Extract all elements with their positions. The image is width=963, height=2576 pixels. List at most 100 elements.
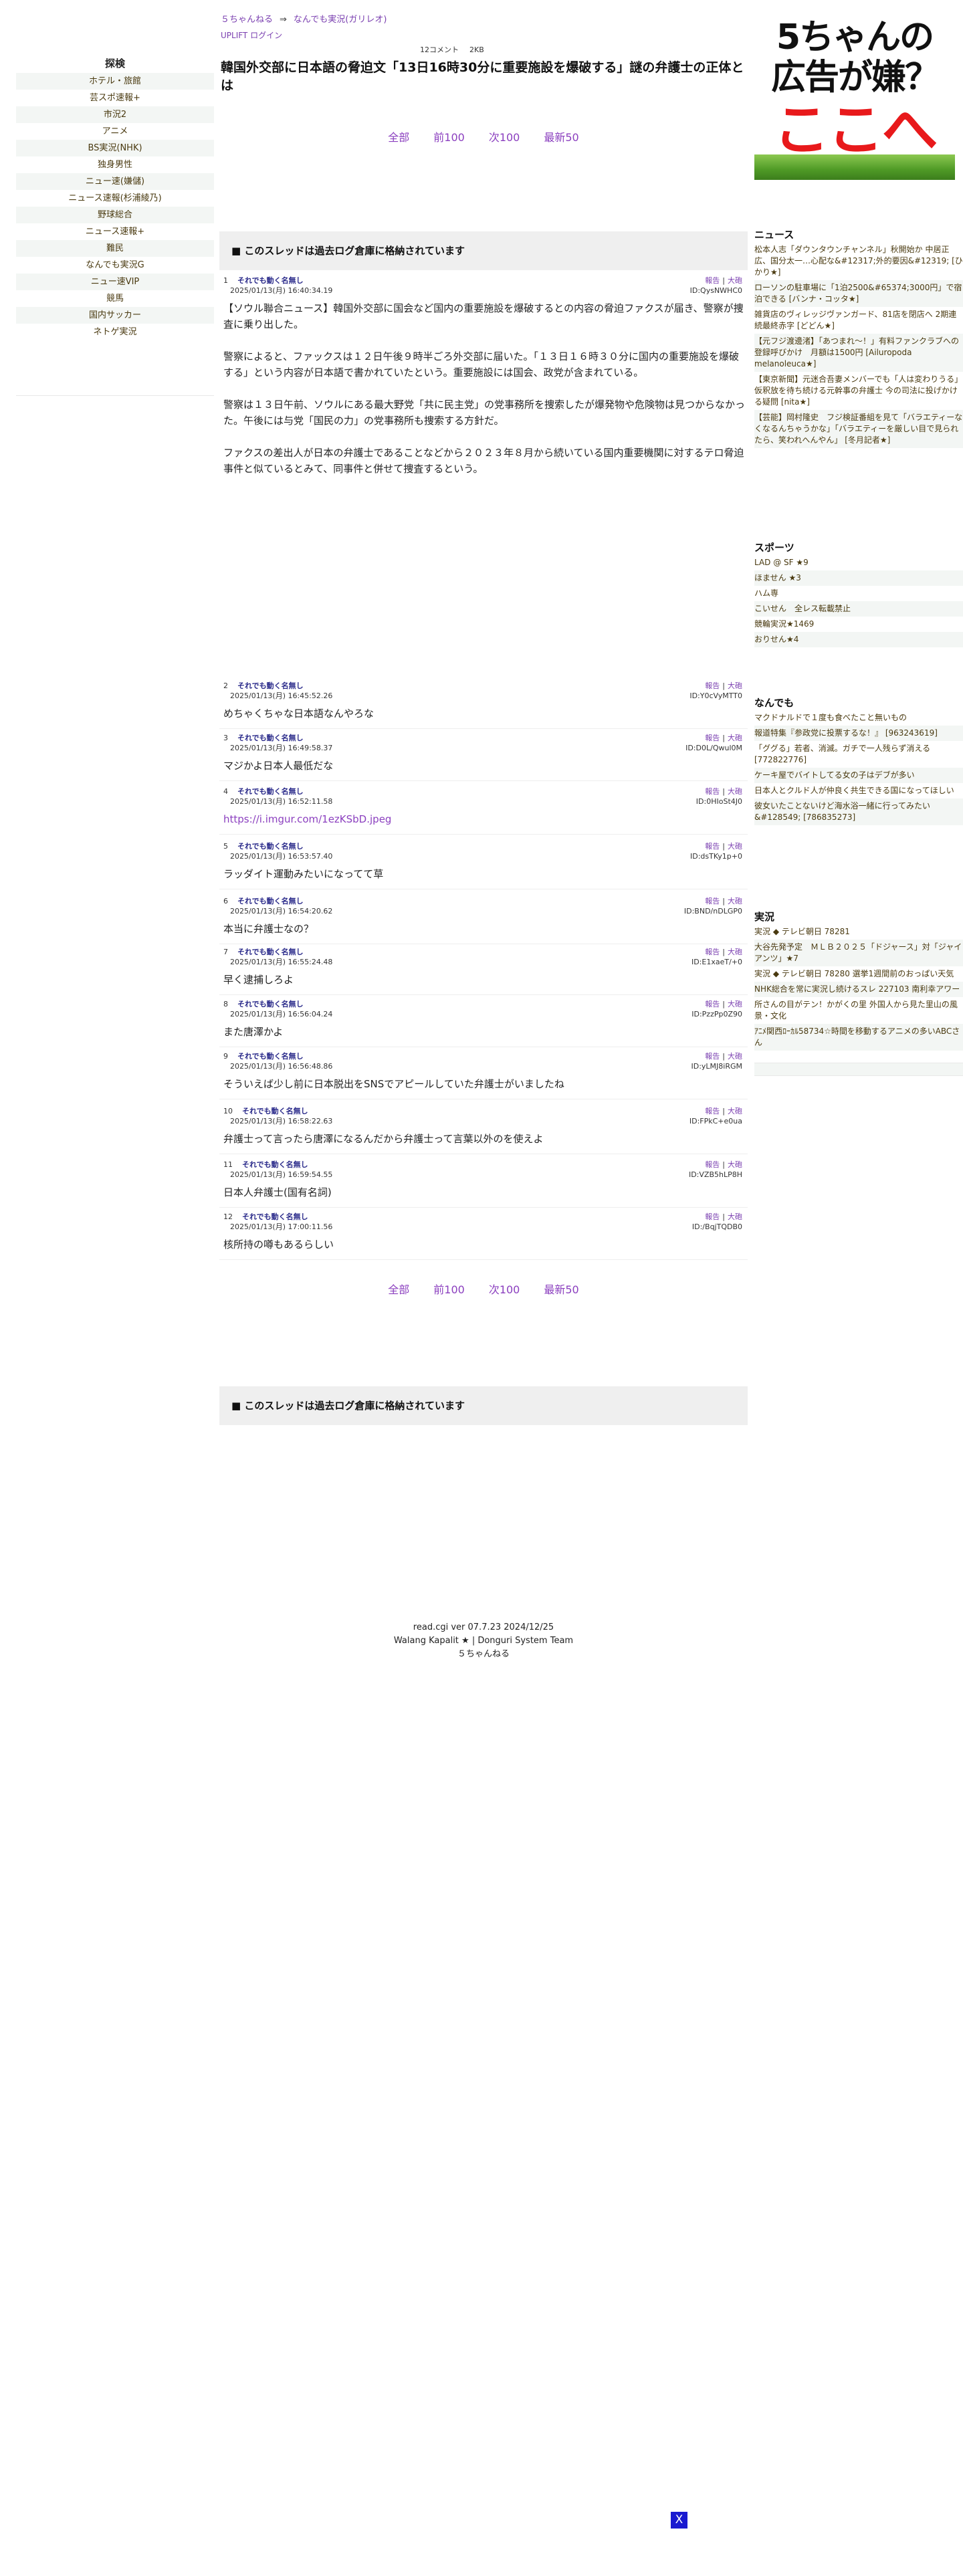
report-link[interactable]: 報告 [705,1107,720,1115]
post-number[interactable]: 2 [223,681,228,690]
sidebar-board-link[interactable]: 芸スポ速報+ [16,90,214,106]
sports-item[interactable]: ハム専 [754,586,963,601]
sidebar-board-link[interactable]: ホテル・旅館 [16,73,214,90]
post-date: 2025/01/13(月) 16:56:48.86 [230,1062,333,1071]
pager-all-link[interactable]: 全部 [388,1283,409,1296]
report-link[interactable]: 報告 [705,1212,720,1221]
report-link[interactable]: 報告 [705,1000,720,1008]
nandemo-item[interactable]: 日本人とクルド人が仲良く共生できる国になってほしい [754,783,963,798]
post-author: それでも動く名無し [242,1107,308,1115]
jikkyo-item[interactable]: 大谷先発予定 ＭＬＢ２０２５「ドジャース」対「ジャイアンツ」★7 [754,940,963,966]
post-number[interactable]: 10 [223,1107,233,1115]
ad-banner[interactable]: 5ちゃんの 広告が嫌？ ここへ [754,16,955,180]
post-image-link[interactable]: https://i.imgur.com/1ezKSbD.jpeg [223,811,748,834]
post-number[interactable]: 8 [223,1000,228,1008]
block-link[interactable]: 大砲 [728,734,742,742]
sidebar-board-link[interactable]: なんでも実況G [16,257,214,274]
news-item[interactable]: 【芸能】岡村隆史 フジ検証番組を見て「バラエティーなくなるんちゃうかな」「バラエ… [754,410,963,448]
post-number[interactable]: 11 [223,1160,233,1169]
report-link[interactable]: 報告 [705,681,720,690]
news-item[interactable]: 【元フジ渡邊渚】「あつまれ～！」有料ファンクラブへの登録呼びかけ 月額は1500… [754,334,963,372]
sidebar-board-link[interactable]: BS実況(NHK) [16,140,214,156]
post-number[interactable]: 5 [223,842,228,851]
post-date: 2025/01/13(月) 16:53:57.40 [230,852,333,861]
nandemo-item[interactable]: ケーキ屋でバイトしてる女の子はデブが多い [754,768,963,783]
post-number[interactable]: 12 [223,1212,233,1221]
report-link[interactable]: 報告 [705,842,720,851]
archive-notice-top: ■ このスレッドは過去ログ倉庫に格納されています [219,231,748,270]
jikkyo-item[interactable]: NHK総合を常に実況し続けるスレ 227103 南利幸アワー [754,982,963,997]
block-link[interactable]: 大砲 [728,842,742,851]
jikkyo-item[interactable]: 実況 ◆ テレビ朝日 78280 選挙1週間前のおっぱい天気 [754,966,963,982]
post-body: 早く逮捕しろよ [223,974,294,986]
login-link[interactable]: UPLIFT ログイン [221,31,282,40]
pager-next-link[interactable]: 次100 [489,1283,520,1296]
nandemo-item[interactable]: 彼女いたことないけど海水浴一緒に行ってみたい &#128549; [786835… [754,798,963,825]
sports-item[interactable]: こいせん 全レス転載禁止 [754,601,963,617]
pager-latest-link[interactable]: 最新50 [544,1283,578,1296]
pager-latest-link[interactable]: 最新50 [544,131,578,144]
tools-separator: | [722,1052,725,1061]
report-link[interactable]: 報告 [705,897,720,905]
report-link[interactable]: 報告 [705,1052,720,1061]
jikkyo-item[interactable]: 実況 ◆ テレビ朝日 78281 [754,924,963,940]
block-link[interactable]: 大砲 [728,787,742,796]
report-link[interactable]: 報告 [705,734,720,742]
jikkyo-item[interactable]: ｱﾆﾒ関西ﾛｰｶﾙ58734☆時間を移動するアニメの多いABCさん [754,1024,963,1051]
news-item[interactable]: 【東京新聞】元迷合吾妻メンバーでも「人は変わりうる」 仮釈放を待ち続ける元幹事の… [754,372,963,410]
thread-title: 韓国外交部に日本語の脅迫文「13日16時30分に重要施設を爆破する」謎の弁護士の… [221,60,744,93]
post-number[interactable]: 6 [223,897,228,905]
sidebar-board-link[interactable]: ニュース速報(杉浦綾乃) [16,190,214,207]
post-number[interactable]: 4 [223,787,228,796]
jikkyo-item[interactable]: 所さんの目がテン！かがくの里 外国人から見た里山の風景・文化 [754,997,963,1024]
report-link[interactable]: 報告 [705,787,720,796]
report-link[interactable]: 報告 [705,276,720,285]
block-link[interactable]: 大砲 [728,948,742,956]
post-number[interactable]: 9 [223,1052,228,1061]
post-number[interactable]: 7 [223,948,228,956]
sidebar-board-link[interactable]: 国内サッカー [16,307,214,324]
close-ad-button[interactable]: X [671,2512,687,2529]
sidebar-board-link[interactable]: ネトゲ実況 [16,324,214,340]
sidebar-board-link[interactable]: ニュース速報+ [16,223,214,240]
nandemo-item[interactable]: 報道特集『参政党に投票するな！』 [963243619] [754,726,963,741]
report-link[interactable]: 報告 [705,1160,720,1169]
sidebar-board-link[interactable]: 市況2 [16,106,214,123]
sidebar-board-link[interactable]: アニメ [16,123,214,140]
sidebar-board-link[interactable]: ニュー速(嫌儲) [16,173,214,190]
sidebar-board-link[interactable]: 難民 [16,240,214,257]
sidebar-board-link[interactable]: ニュー速VIP [16,274,214,290]
nandemo-item[interactable]: 「ググる」若者、消滅。ガチで一人残らず消える [772822776] [754,741,963,768]
post-body: 日本人弁護士(国有名詞) [223,1186,332,1198]
post-number[interactable]: 1 [223,276,228,285]
sidebar-board-link[interactable]: 独身男性 [16,156,214,173]
sports-item[interactable]: 競輪実況★1469 [754,617,963,632]
news-item[interactable]: ローソンの駐車場に「1泊2500&#65374;3000円」で宿泊できる [バン… [754,280,963,307]
block-link[interactable]: 大砲 [728,1107,742,1115]
crumb-board-link[interactable]: なんでも実況(ガリレオ) [294,15,387,25]
sports-item[interactable]: LAD @ SF ★9 [754,555,963,570]
block-link[interactable]: 大砲 [728,1052,742,1061]
block-link[interactable]: 大砲 [728,1160,742,1169]
pager-all-link[interactable]: 全部 [388,131,409,144]
sports-item[interactable]: おりせん★4 [754,632,963,647]
news-item[interactable]: 雑貨店のヴィレッジヴァンガード、81店を閉店へ 2期連続最終赤字 [どどん★] [754,307,963,334]
sidebar-list: ホテル・旅館 芸スポ速報+ 市況2 アニメ BS実況(NHK) 独身男性 ニュー速(嫌儲) ニ… [16,73,214,340]
ad-line-3: ここへ [773,97,938,163]
block-link[interactable]: 大砲 [728,897,742,905]
block-link[interactable]: 大砲 [728,276,742,285]
report-link[interactable]: 報告 [705,948,720,956]
sidebar-board-link[interactable]: 競馬 [16,290,214,307]
block-link[interactable]: 大砲 [728,681,742,690]
pager-next-link[interactable]: 次100 [489,131,520,144]
pager-prev-link[interactable]: 前100 [433,1283,465,1296]
post-number[interactable]: 3 [223,734,228,742]
block-link[interactable]: 大砲 [728,1212,742,1221]
news-item[interactable]: 松本人志「ダウンタウンチャンネル」秋開始か 中居正広、国分太一…心配な&#123… [754,242,963,280]
sports-item[interactable]: ほません ★3 [754,570,963,586]
pager-prev-link[interactable]: 前100 [433,131,465,144]
sidebar-board-link[interactable]: 野球総合 [16,207,214,223]
block-link[interactable]: 大砲 [728,1000,742,1008]
crumb-site-link[interactable]: ５ちゃんねる [221,15,273,25]
nandemo-item[interactable]: マクドナルドで１度も食べたこと無いもの [754,710,963,726]
